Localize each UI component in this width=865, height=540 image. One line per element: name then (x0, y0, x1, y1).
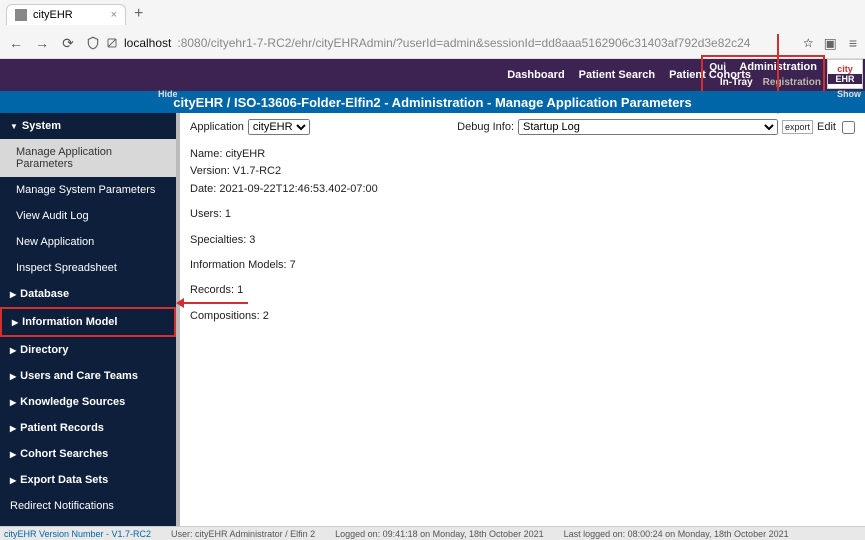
url-field[interactable]: localhost :8080/cityehr1-7-RC2/ehr/cityEH… (86, 36, 793, 50)
info-records: Records: 1 (190, 283, 855, 298)
sidebar-section-info-model[interactable]: Information Model (2, 309, 174, 335)
footer-version[interactable]: cityEHR Version Number - V1.7-RC2 (4, 529, 151, 539)
sidebar-section-users-teams[interactable]: Users and Care Teams (0, 363, 176, 389)
page-title: cityEHR / ISO-13606-Folder-Elfin2 - Admi… (173, 95, 691, 110)
forward-button[interactable]: → (34, 35, 50, 51)
sidebar-section-export-data[interactable]: Export Data Sets (0, 467, 176, 493)
hide-link[interactable]: Hide (158, 89, 178, 99)
info-name: Name: cityEHR (190, 147, 855, 162)
sidebar-section-directory[interactable]: Directory (0, 337, 176, 363)
show-link[interactable]: Show (837, 89, 861, 99)
annotation-arrow-left (184, 302, 248, 304)
new-tab-button[interactable]: + (134, 5, 143, 23)
info-compositions: Compositions: 2 (190, 309, 855, 324)
logo[interactable]: city EHR (827, 59, 863, 89)
info-model-highlight-box: Information Model (0, 307, 176, 337)
browser-right-icons: ▣ ≡ (824, 35, 857, 52)
sidebar-section-database[interactable]: Database (0, 281, 176, 307)
sidebar-item-redirect[interactable]: Redirect Notifications (0, 493, 176, 519)
debug-label: Debug Info: (457, 121, 514, 133)
tab-title: cityEHR (33, 9, 73, 21)
reader-icon[interactable]: ▣ (824, 35, 837, 52)
sidebar-item-manage-app-params[interactable]: Manage Application Parameters (0, 139, 176, 177)
sidebar-item-audit-log[interactable]: View Audit Log (0, 203, 176, 229)
content-top-row: Application cityEHR Debug Info: Startup … (190, 119, 855, 135)
edit-checkbox[interactable] (842, 121, 855, 134)
footer: cityEHR Version Number - V1.7-RC2 User: … (0, 526, 865, 540)
nav-quit-partial: Qui (709, 62, 726, 73)
sidebar: System Manage Application Parameters Man… (0, 113, 176, 527)
shield-icon (86, 36, 100, 50)
footer-last-logged: Last logged on: 08:00:24 on Monday, 18th… (564, 529, 789, 539)
back-button[interactable]: ← (8, 35, 24, 51)
browser-chrome: cityEHR × + ← → ⟳ localhost :8080/cityehr… (0, 0, 865, 59)
insecure-icon (106, 37, 118, 49)
bookmark-icon[interactable]: ☆ (803, 36, 814, 50)
sidebar-item-new-app[interactable]: New Application (0, 229, 176, 255)
browser-tab[interactable]: cityEHR × (6, 4, 126, 25)
close-tab-icon[interactable]: × (111, 9, 117, 21)
info-specialties: Specialties: 3 (190, 233, 855, 248)
sidebar-item-manage-sys-params[interactable]: Manage System Parameters (0, 177, 176, 203)
edit-label: Edit (817, 121, 836, 133)
sidebar-item-inspect-spreadsheet[interactable]: Inspect Spreadsheet (0, 255, 176, 281)
top-nav: Dashboard Patient Search Patient Cohorts… (0, 59, 865, 91)
logo-ehr: EHR (828, 74, 862, 84)
favicon-icon (15, 9, 27, 21)
info-block: Name: cityEHR Version: V1.7-RC2 Date: 20… (190, 147, 855, 324)
menu-icon[interactable]: ≡ (849, 35, 857, 52)
application-select[interactable]: cityEHR (248, 119, 310, 135)
content-panel: Application cityEHR Debug Info: Startup … (176, 113, 865, 527)
debug-select[interactable]: Startup Log (518, 119, 778, 135)
sidebar-section-cohort-searches[interactable]: Cohort Searches (0, 441, 176, 467)
sidebar-section-system[interactable]: System (0, 113, 176, 139)
tab-bar: cityEHR × + (0, 0, 865, 28)
address-bar: ← → ⟳ localhost :8080/cityehr1-7-RC2/ehr/… (0, 28, 865, 58)
info-date: Date: 2021-09-22T12:46:53.402-07:00 (190, 182, 855, 197)
sidebar-section-knowledge[interactable]: Knowledge Sources (0, 389, 176, 415)
nav-patient-search[interactable]: Patient Search (579, 69, 655, 81)
nav-second-row: In-Tray Registration (720, 77, 821, 88)
reload-button[interactable]: ⟳ (60, 35, 76, 52)
info-version: Version: V1.7-RC2 (190, 164, 855, 179)
info-users: Users: 1 (190, 207, 855, 222)
sidebar-section-patient-records[interactable]: Patient Records (0, 415, 176, 441)
footer-logged-on: Logged on: 09:41:18 on Monday, 18th Octo… (335, 529, 544, 539)
application-selector: Application cityEHR (190, 119, 310, 135)
nav-registration[interactable]: Registration (763, 77, 821, 88)
footer-user: User: cityEHR Administrator / Elfin 2 (171, 529, 315, 539)
nav-dashboard[interactable]: Dashboard (507, 69, 564, 81)
info-models: Information Models: 7 (190, 258, 855, 273)
export-button[interactable]: export (782, 120, 813, 134)
debug-area: Debug Info: Startup Log export Edit (457, 119, 855, 135)
title-bar: Hide cityEHR / ISO-13606-Folder-Elfin2 -… (0, 91, 865, 113)
url-path: :8080/cityehr1-7-RC2/ehr/cityEHRAdmin/?u… (177, 36, 750, 50)
logo-city: city (837, 64, 853, 74)
application-label: Application (190, 121, 244, 133)
nav-in-tray[interactable]: In-Tray (720, 77, 753, 88)
url-host: localhost (124, 36, 171, 50)
main-area: System Manage Application Parameters Man… (0, 113, 865, 527)
